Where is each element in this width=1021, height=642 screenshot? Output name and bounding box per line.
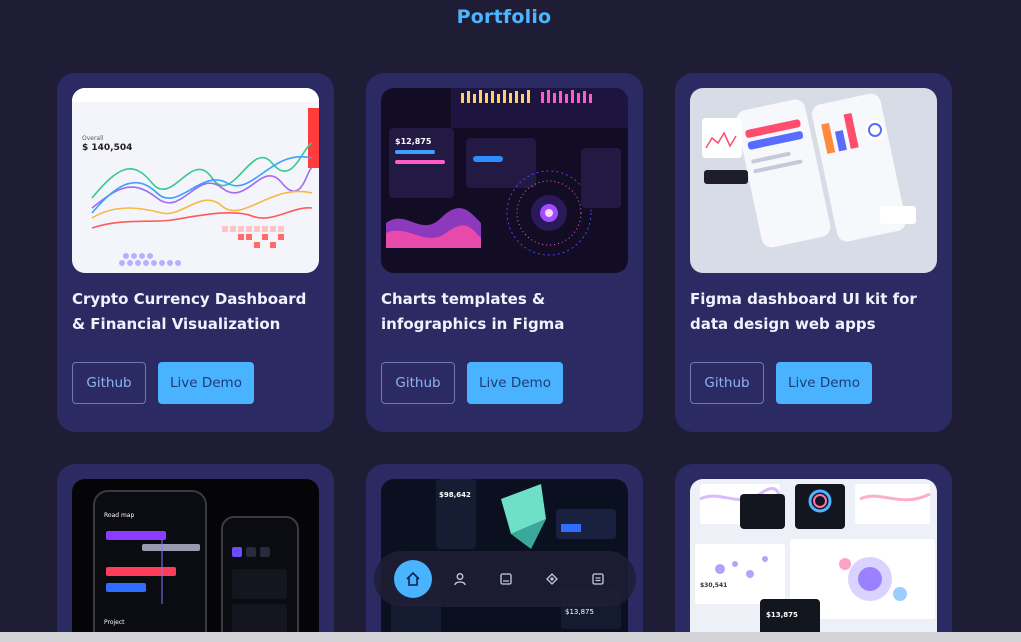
figma-small-amount: $30,541 [700, 582, 727, 589]
diamond-icon[interactable] [540, 567, 564, 591]
floating-nav-dock [374, 551, 636, 607]
roadmap-app-thumbnail: Road map Project [72, 479, 319, 642]
charts-templates-thumbnail: $12,875 [381, 88, 628, 273]
github-button[interactable]: Github [72, 362, 146, 404]
github-button[interactable]: Github [690, 362, 764, 404]
nft-amount-secondary: $13,875 [565, 608, 594, 616]
home-icon[interactable] [394, 560, 432, 598]
crypto-dashboard-thumbnail: Overall $ 140,504 [72, 88, 319, 273]
user-icon[interactable] [448, 567, 472, 591]
portfolio-card-figma-kit: Figma dashboard UI kit for data design w… [675, 73, 952, 432]
portfolio-card-charts: $12,875 Charts templates & infographics … [366, 73, 643, 432]
portfolio-card-roadmap: Road map Project [57, 464, 334, 642]
card-actions: Github Live Demo [690, 362, 872, 404]
card-actions: Github Live Demo [381, 362, 563, 404]
charts-amount: $12,875 [395, 137, 432, 146]
portfolio-card-crypto: Overall $ 140,504 Crypto Currency Dashbo… [57, 73, 334, 432]
card-title: Figma dashboard UI kit for data design w… [690, 290, 917, 333]
live-demo-button[interactable]: Live Demo [158, 362, 254, 404]
figma-kit-thumbnail [690, 88, 937, 273]
crypto-amount: $ 140,504 [82, 143, 132, 153]
portfolio-card-figma-dashboard: $30,541 $13,875 [675, 464, 952, 642]
card-title: Crypto Currency Dashboard & Financial Vi… [72, 290, 307, 333]
list-icon[interactable] [586, 567, 610, 591]
figma-amount: $13,875 [766, 611, 798, 619]
document-icon[interactable] [494, 567, 518, 591]
card-actions: Github Live Demo [72, 362, 254, 404]
roadmap-label: Road map [104, 512, 134, 519]
live-demo-button[interactable]: Live Demo [776, 362, 872, 404]
section-title: Portfolio [456, 6, 552, 28]
crypto-overall-label: Overall [82, 135, 104, 142]
live-demo-button[interactable]: Live Demo [467, 362, 563, 404]
window-bottom-bar [0, 632, 1021, 642]
github-button[interactable]: Github [381, 362, 455, 404]
nft-amount: $98,642 [439, 491, 471, 499]
project-label: Project [104, 619, 125, 626]
card-title: Charts templates & infographics in Figma [381, 290, 565, 333]
figma-dashboard-thumbnail: $30,541 $13,875 [690, 479, 937, 642]
portfolio-page: Portfolio Overall $ 140,504 Crypto Curre… [0, 0, 1021, 642]
